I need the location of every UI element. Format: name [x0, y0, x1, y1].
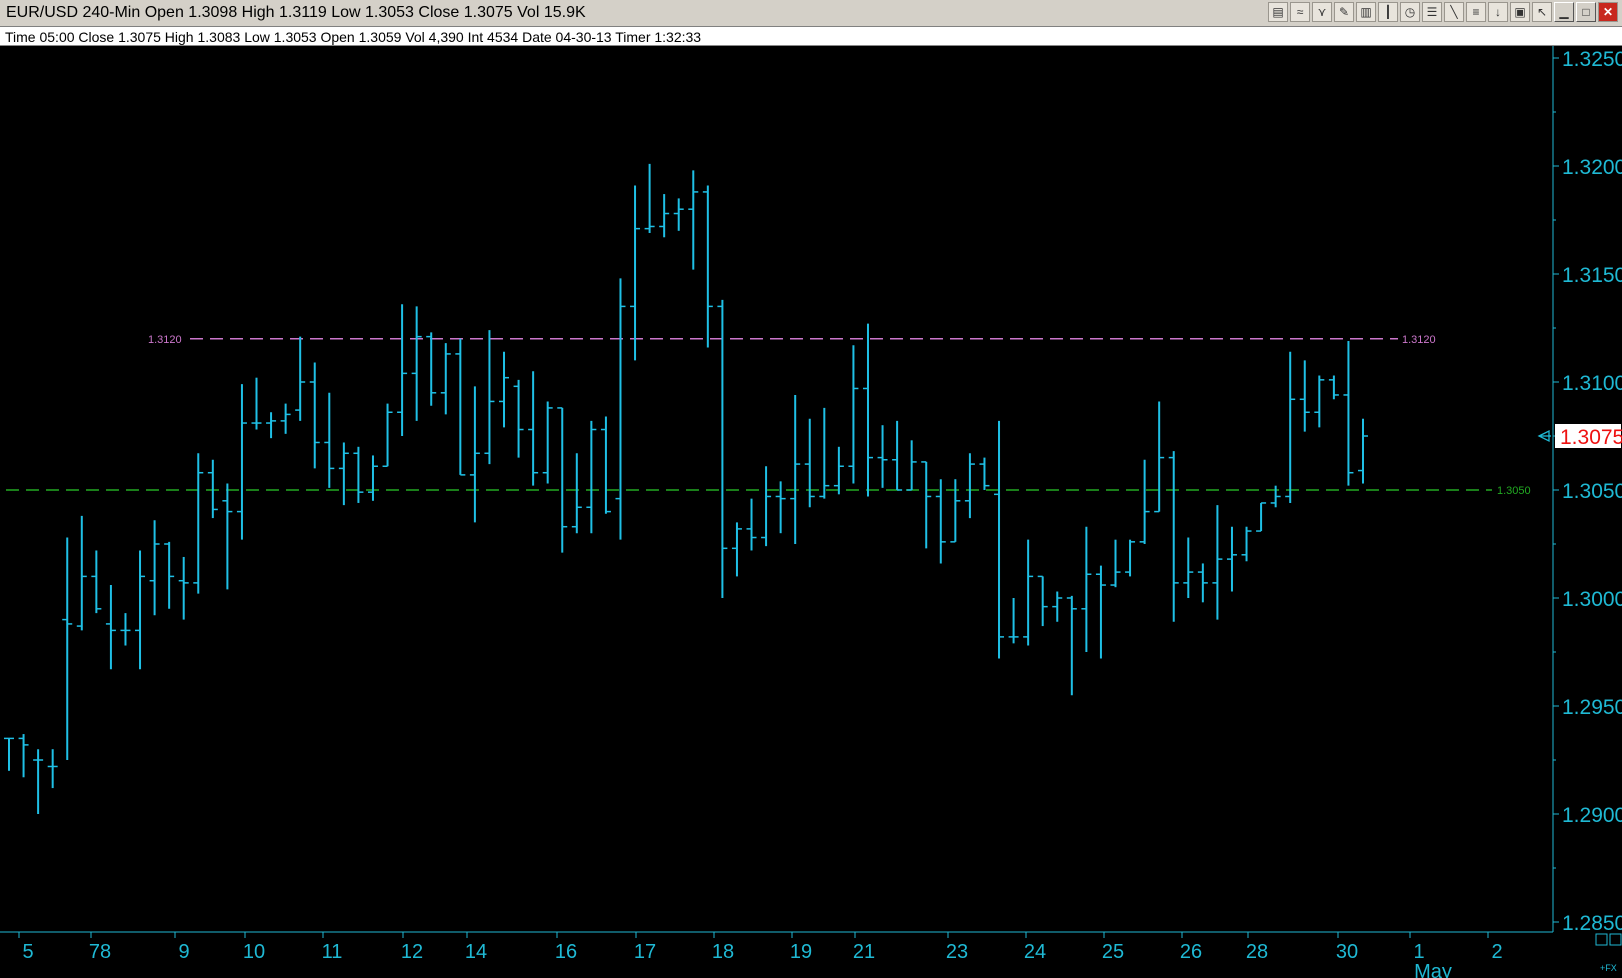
- bar-info-text: Time 05:00 Close 1.3075 High 1.3083 Low …: [5, 29, 702, 45]
- time-tick-label: 2: [1491, 941, 1502, 963]
- time-tick-label: 10: [243, 941, 265, 963]
- candlestick-icon[interactable]: ┃: [1378, 2, 1398, 22]
- window-title: EUR/USD 240-Min Open 1.3098 High 1.3119 …: [6, 4, 586, 21]
- info-bar: Time 05:00 Close 1.3075 High 1.3083 Low …: [0, 27, 1622, 46]
- moving-average-icon[interactable]: ≈: [1290, 2, 1310, 22]
- delete-icon[interactable]: ▣: [1510, 2, 1530, 22]
- pointer-icon[interactable]: ↖: [1532, 2, 1552, 22]
- time-tick-label: 19: [790, 941, 812, 963]
- sell-arrow-icon[interactable]: ↓: [1488, 2, 1508, 22]
- maximize-button[interactable]: □: [1576, 2, 1596, 22]
- price-tick-label: 1.2900: [1562, 804, 1622, 827]
- time-tick-label: 18: [712, 941, 734, 963]
- time-tick-label: 30: [1336, 941, 1358, 963]
- title-bar: EUR/USD 240-Min Open 1.3098 High 1.3119 …: [0, 0, 1622, 27]
- price-chart[interactable]: 1.3250 1.3200 1.3150 1.3100 1.3050 1.3000 1.29…: [0, 46, 1622, 978]
- time-tick-label: 23: [946, 941, 968, 963]
- resistance-label-left: 1.3120: [148, 334, 182, 346]
- time-tick-label: 78: [89, 941, 111, 963]
- resistance-label-right: 1.3120: [1402, 334, 1436, 346]
- fibonacci-icon[interactable]: ≡: [1466, 2, 1486, 22]
- bar-chart-icon[interactable]: ▤: [1268, 2, 1288, 22]
- price-tick-label: 1.3200: [1562, 156, 1622, 179]
- price-tick-label: 1.2950: [1562, 696, 1622, 719]
- time-tick-label: 28: [1246, 941, 1268, 963]
- price-tick-label: 1.3250: [1562, 48, 1622, 71]
- time-tick-label: 5: [22, 941, 33, 963]
- histogram-icon[interactable]: ▥: [1356, 2, 1376, 22]
- time-tick-label: 26: [1180, 941, 1202, 963]
- price-tick-label: 1.3050: [1562, 480, 1622, 503]
- time-tick-label: 14: [465, 941, 487, 963]
- month-label: May: [1414, 961, 1452, 978]
- corner-label: +FX: [1600, 963, 1617, 973]
- time-tick-label: 1: [1413, 941, 1424, 963]
- zoom-box-icon[interactable]: [1609, 933, 1622, 946]
- toolbar: ▤ ≈ ⋎ ✎ ▥ ┃ ◷ ☰ ╲ ≡ ↓ ▣ ↖ ▁ □ ✕: [1268, 2, 1618, 24]
- support-label: 1.3050: [1497, 485, 1531, 497]
- time-tick-label: 16: [555, 941, 577, 963]
- price-tick-label: 1.3100: [1562, 372, 1622, 395]
- time-tick-label: 17: [634, 941, 656, 963]
- time-tick-label: 11: [322, 941, 343, 963]
- price-tick-label: 1.3150: [1562, 264, 1622, 287]
- minimize-button[interactable]: ▁: [1554, 2, 1574, 22]
- price-tick-label: 1.3000: [1562, 588, 1622, 611]
- time-tick-label: 21: [853, 941, 875, 963]
- clock-icon[interactable]: ◷: [1400, 2, 1420, 22]
- price-tick-label: 1.2850: [1562, 912, 1622, 935]
- time-tick-label: 24: [1024, 941, 1046, 963]
- properties-icon[interactable]: ☰: [1422, 2, 1442, 22]
- time-tick-label: 25: [1102, 941, 1124, 963]
- pencil-icon[interactable]: ✎: [1334, 2, 1354, 22]
- time-tick-label: 12: [401, 941, 423, 963]
- time-tick-label: 9: [178, 941, 189, 963]
- last-price-label: 1.3075: [1560, 426, 1622, 449]
- close-button[interactable]: ✕: [1598, 2, 1618, 22]
- indicator-icon[interactable]: ⋎: [1312, 2, 1332, 22]
- trendline-icon[interactable]: ╲: [1444, 2, 1464, 22]
- zoom-box-icon[interactable]: [1595, 933, 1608, 946]
